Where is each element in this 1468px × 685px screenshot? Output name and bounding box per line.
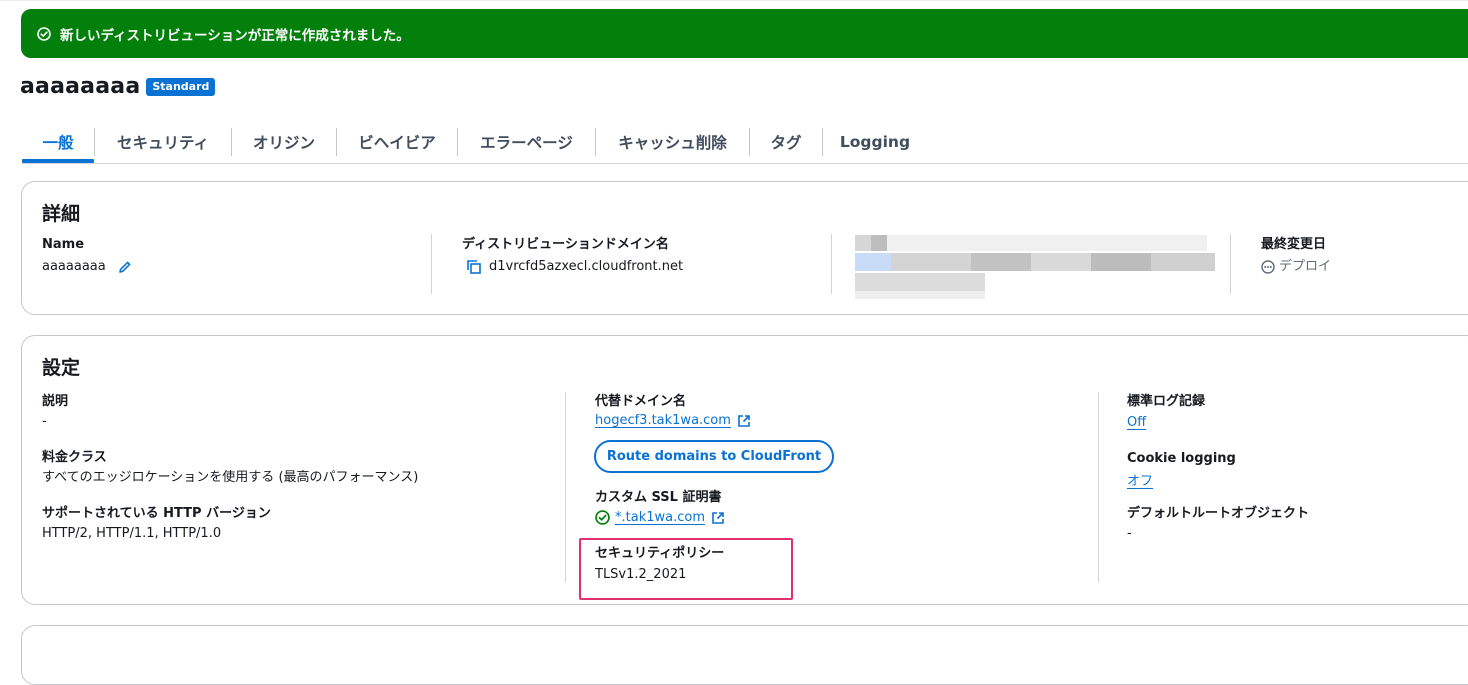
column-divider bbox=[1098, 392, 1099, 582]
tab-logging[interactable]: Logging bbox=[823, 124, 927, 160]
top-divider bbox=[0, 0, 1468, 1]
domain-name-field: ディストリビューションドメイン名 d1vrcfd5azxecl.cloudfro… bbox=[462, 236, 683, 277]
standard-logging-field: 標準ログ記録 Off bbox=[1127, 393, 1205, 430]
tabs-underline bbox=[22, 163, 1468, 164]
settings-heading: 設定 bbox=[42, 357, 81, 379]
annotation-highlight-box bbox=[579, 538, 793, 600]
alternate-domain-label: 代替ドメイン名 bbox=[595, 394, 687, 409]
copy-icon[interactable] bbox=[466, 259, 482, 275]
price-class-field: 料金クラス すべてのエッジロケーションを使用する (最高のパフォーマンス) bbox=[42, 449, 418, 488]
next-container bbox=[21, 625, 1468, 685]
cookie-logging-label: Cookie logging bbox=[1127, 451, 1236, 466]
settings-container: 設定 説明 - 料金クラス すべてのエッジロケーションを使用する (最高のパフォ… bbox=[21, 335, 1468, 605]
tab-tags[interactable]: タグ bbox=[750, 124, 822, 160]
page-header: aaaaaaaa Standard bbox=[20, 74, 216, 99]
details-container: 詳細 Name aaaaaaaa ディストリビューションドメイン名 d1vrcf… bbox=[21, 181, 1468, 315]
domain-name-label: ディストリビューションドメイン名 bbox=[462, 237, 669, 252]
name-field: Name aaaaaaaa bbox=[42, 236, 132, 277]
standard-logging-link[interactable]: Off bbox=[1127, 415, 1146, 430]
description-label: 説明 bbox=[42, 394, 69, 409]
last-modified-label: 最終変更日 bbox=[1261, 237, 1327, 252]
cookie-logging-link[interactable]: オフ bbox=[1127, 470, 1153, 489]
last-modified-value: デプロイ bbox=[1279, 259, 1332, 274]
column-divider bbox=[1230, 234, 1231, 294]
cookie-logging-field: Cookie logging オフ bbox=[1127, 450, 1236, 489]
tab-security[interactable]: セキュリティ bbox=[95, 124, 231, 160]
price-class-label: 料金クラス bbox=[42, 450, 107, 465]
tab-bar: 一般 セキュリティ オリジン ビヘイビア エラーページ キャッシュ削除 タグ L… bbox=[22, 124, 1468, 164]
standard-logging-label: 標準ログ記録 bbox=[1127, 394, 1206, 409]
http-version-label: サポートされている HTTP バージョン bbox=[42, 506, 271, 521]
ssl-certificate-label: カスタム SSL 証明書 bbox=[595, 490, 722, 505]
route-domains-button[interactable]: Route domains to CloudFront bbox=[594, 440, 834, 473]
default-root-object-value: - bbox=[1127, 526, 1132, 541]
ssl-certificate-link[interactable]: *.tak1wa.com bbox=[615, 510, 705, 525]
column-divider bbox=[431, 234, 432, 294]
ssl-certificate-field: カスタム SSL 証明書 *.tak1wa.com bbox=[595, 489, 725, 525]
external-link-icon bbox=[711, 511, 725, 525]
distribution-type-badge: Standard bbox=[146, 77, 216, 96]
tab-invalidations[interactable]: キャッシュ削除 bbox=[596, 124, 749, 160]
check-circle-icon bbox=[595, 510, 610, 525]
pencil-icon[interactable] bbox=[118, 260, 132, 274]
details-heading: 詳細 bbox=[42, 203, 81, 225]
tab-behaviors[interactable]: ビヘイビア bbox=[337, 124, 457, 160]
default-root-object-field: デフォルトルートオブジェクト - bbox=[1127, 505, 1309, 544]
success-flashbar: 新しいディストリビューションが正常に作成されました。 bbox=[21, 9, 1468, 58]
check-circle-icon bbox=[37, 26, 51, 41]
domain-name-value: d1vrcfd5azxecl.cloudfront.net bbox=[489, 259, 684, 274]
name-value: aaaaaaaa bbox=[42, 259, 106, 274]
redacted-field bbox=[855, 235, 1215, 301]
page-title: aaaaaaaa bbox=[20, 74, 141, 99]
last-modified-field: 最終変更日 デプロイ bbox=[1261, 236, 1331, 277]
price-class-value: すべてのエッジロケーションを使用する (最高のパフォーマンス) bbox=[42, 470, 419, 485]
in-progress-icon bbox=[1261, 260, 1275, 274]
http-version-value: HTTP/2, HTTP/1.1, HTTP/1.0 bbox=[42, 526, 222, 541]
http-version-field: サポートされている HTTP バージョン HTTP/2, HTTP/1.1, H… bbox=[42, 505, 271, 544]
description-value: - bbox=[42, 414, 47, 429]
tab-error-pages[interactable]: エラーページ bbox=[458, 124, 595, 160]
alternate-domain-link[interactable]: hogecf3.tak1wa.com bbox=[595, 413, 731, 428]
column-divider bbox=[831, 234, 832, 294]
column-divider bbox=[565, 392, 566, 582]
tab-origins[interactable]: オリジン bbox=[232, 124, 336, 160]
external-link-icon bbox=[737, 414, 751, 428]
description-field: 説明 - bbox=[42, 393, 68, 432]
alternate-domain-field: 代替ドメイン名 hogecf3.tak1wa.com bbox=[595, 393, 751, 428]
default-root-object-label: デフォルトルートオブジェクト bbox=[1127, 506, 1310, 521]
flash-message: 新しいディストリビューションが正常に作成されました。 bbox=[60, 27, 410, 44]
tab-general[interactable]: 一般 bbox=[22, 124, 94, 163]
name-label: Name bbox=[42, 237, 85, 252]
